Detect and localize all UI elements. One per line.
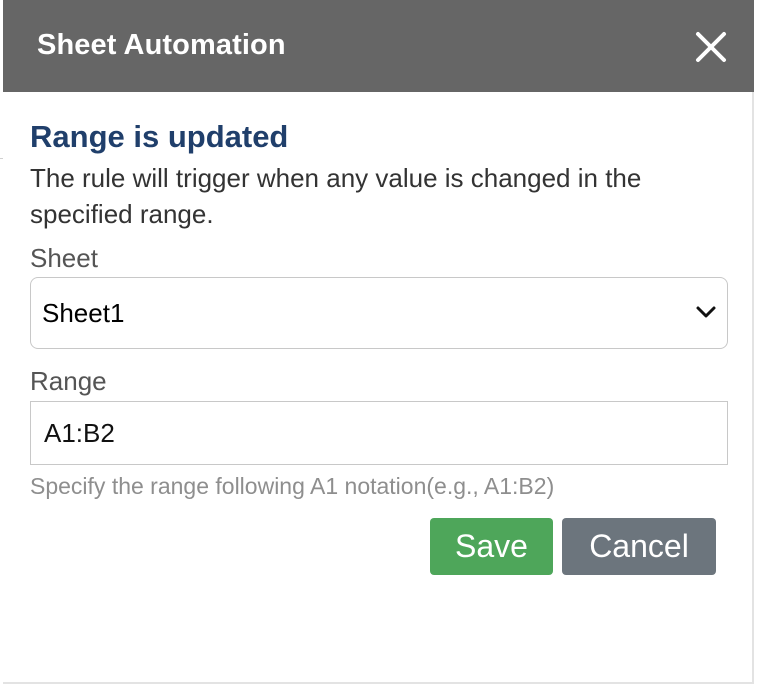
- rule-description: The rule will trigger when any value is …: [30, 163, 642, 229]
- sheet-label: Sheet: [30, 243, 98, 273]
- cancel-button[interactable]: Cancel: [562, 518, 716, 575]
- dialog-title: Sheet Automation: [37, 28, 286, 61]
- dialog-content: Range is updated The rule will trigger w…: [30, 118, 730, 501]
- range-label: Range: [30, 366, 107, 396]
- chevron-down-icon: [696, 306, 716, 318]
- save-button[interactable]: Save: [430, 518, 553, 575]
- rule-heading: Range is updated: [30, 119, 289, 154]
- sheet-select-value: Sheet1: [42, 297, 125, 328]
- range-input-value: A1:B2: [44, 417, 115, 448]
- page: Sheet Automation Range is updated The ru…: [0, 0, 760, 688]
- range-hint: Specify the range following A1 notation(…: [30, 473, 555, 499]
- dialog-titlebar: Sheet Automation: [3, 0, 754, 92]
- range-input[interactable]: A1:B2: [30, 401, 728, 465]
- sheet-automation-dialog: Sheet Automation Range is updated The ru…: [3, 0, 754, 684]
- dialog-actions: Save Cancel: [430, 518, 716, 575]
- close-icon: [696, 32, 726, 62]
- sheet-select[interactable]: Sheet1: [30, 277, 728, 349]
- close-button[interactable]: [694, 30, 728, 64]
